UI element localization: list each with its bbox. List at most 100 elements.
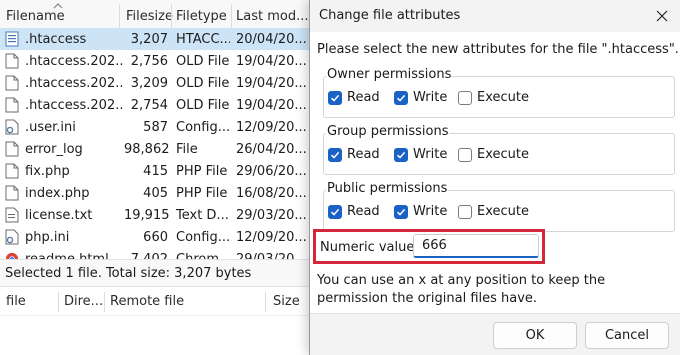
queue-column-file[interactable]: file (6, 294, 26, 309)
queue-column-size[interactable]: Size (273, 294, 300, 309)
change-attributes-dialog: Change file attributes Please select the… (309, 0, 680, 355)
config-file-icon (5, 229, 19, 245)
document-icon (5, 31, 19, 47)
file-size: 3,209 (130, 76, 168, 91)
file-icon (5, 163, 19, 179)
file-icon (5, 75, 19, 91)
public-execute-checkbox[interactable]: Execute (458, 204, 529, 219)
file-name: error_log (25, 142, 83, 157)
checkbox-checked-icon (394, 204, 408, 219)
file-list[interactable]: .htaccess 3,207 HTACC... 20/04/20... .ht… (0, 28, 320, 260)
status-bar: Selected 1 file. Total size: 3,207 bytes (0, 259, 320, 287)
file-size: 415 (143, 164, 168, 179)
checkbox-checked-icon (394, 147, 408, 162)
checkbox-checked-icon (328, 90, 342, 105)
file-type: HTACC... (176, 32, 230, 47)
file-row[interactable]: error_log 98,862 File 26/04/20... (0, 138, 320, 160)
file-row[interactable]: .user.ini 587 Config... 12/09/20... (0, 116, 320, 138)
hint-text: You can use an x at any position to keep… (317, 273, 606, 306)
column-header-filename[interactable]: Filename (6, 9, 65, 24)
file-row[interactable]: php.ini 660 Config... 12/09/20... (0, 226, 320, 248)
selection-status: Selected 1 file. Total size: 3,207 bytes (5, 266, 252, 281)
public-permissions-group: Public permissions Read Write Execute (323, 181, 675, 232)
file-modified: 29/03/20... (236, 208, 307, 223)
file-row[interactable]: index.php 405 PHP File 16/08/20... (0, 182, 320, 204)
group-read-checkbox[interactable]: Read (328, 147, 380, 162)
group-label: Public permissions (326, 181, 449, 196)
group-label: Group permissions (326, 124, 450, 139)
file-type: File (176, 142, 198, 157)
column-header-last-modified[interactable]: Last mod... (236, 9, 308, 24)
checkbox-unchecked-icon (458, 204, 472, 219)
owner-read-checkbox[interactable]: Read (328, 90, 380, 105)
queue-column-direction[interactable]: Dire... (64, 294, 103, 309)
file-size: 3,207 (130, 32, 168, 47)
file-type: PHP File (176, 164, 228, 179)
dialog-button-bar: OK Cancel (310, 313, 680, 355)
file-type: Text D... (176, 208, 229, 223)
file-size: 2,754 (130, 98, 168, 113)
column-header-filesize[interactable]: Filesize (126, 9, 173, 24)
checkbox-checked-icon (328, 204, 342, 219)
checkbox-checked-icon (394, 90, 408, 105)
file-type: OLD File (176, 54, 230, 69)
dialog-prompt: Please select the new attributes for the… (317, 42, 679, 57)
file-type: OLD File (176, 76, 230, 91)
file-modified: 19/04/20... (236, 54, 307, 69)
file-row[interactable]: fix.php 415 PHP File 29/06/20... (0, 160, 320, 182)
file-icon (5, 141, 19, 157)
file-icon (5, 97, 19, 113)
file-name: .htaccess.202... (25, 76, 123, 91)
file-name: .htaccess.202... (25, 98, 123, 113)
file-row[interactable]: .htaccess 3,207 HTACC... 20/04/20... (0, 28, 320, 50)
group-write-checkbox[interactable]: Write (394, 147, 447, 162)
checkbox-unchecked-icon (458, 90, 472, 105)
file-type: PHP File (176, 186, 228, 201)
file-type: OLD File (176, 98, 230, 113)
file-size: 660 (143, 230, 168, 245)
owner-write-checkbox[interactable]: Write (394, 90, 447, 105)
file-modified: 26/04/20... (236, 142, 307, 157)
file-name: fix.php (25, 164, 70, 179)
public-write-checkbox[interactable]: Write (394, 204, 447, 219)
group-execute-checkbox[interactable]: Execute (458, 147, 529, 162)
file-icon (5, 53, 19, 69)
file-row[interactable]: .htaccess.202... 2,754 OLD File 19/04/20… (0, 94, 320, 116)
file-row[interactable]: .htaccess.202... 2,756 OLD File 19/04/20… (0, 50, 320, 72)
config-file-icon (5, 119, 19, 135)
file-row[interactable]: license.txt 19,915 Text D... 29/03/20... (0, 204, 320, 226)
document-icon (5, 207, 19, 223)
file-size: 98,862 (124, 142, 170, 157)
ok-button[interactable]: OK (493, 322, 577, 349)
checkbox-unchecked-icon (458, 147, 472, 162)
file-row[interactable]: .htaccess.202... 3,209 OLD File 19/04/20… (0, 72, 320, 94)
numeric-value-input[interactable] (413, 234, 539, 258)
queue-header: file Dire... Remote file Size (0, 288, 320, 316)
dialog-title: Change file attributes (319, 8, 461, 23)
group-label: Owner permissions (326, 67, 453, 82)
file-modified: 20/04/20... (236, 32, 307, 47)
file-size: 405 (143, 186, 168, 201)
column-header-filetype[interactable]: Filetype (176, 9, 227, 24)
dialog-body: Please select the new attributes for the… (310, 32, 680, 355)
file-modified: 12/09/20... (236, 230, 307, 245)
file-modified: 16/08/20... (236, 186, 307, 201)
file-type: Config... (176, 120, 230, 135)
file-modified: 19/04/20... (236, 98, 307, 113)
file-name: index.php (25, 186, 90, 201)
group-permissions-group: Group permissions Read Write Execute (323, 124, 675, 175)
close-button[interactable] (648, 3, 676, 29)
file-modified: 29/06/20... (236, 164, 307, 179)
checkbox-checked-icon (328, 147, 342, 162)
file-size: 2,756 (130, 54, 168, 69)
public-read-checkbox[interactable]: Read (328, 204, 380, 219)
numeric-value-highlight: Numeric value: (313, 229, 545, 264)
cancel-button[interactable]: Cancel (585, 322, 669, 349)
queue-column-remote-file[interactable]: Remote file (110, 294, 184, 309)
file-type: Config... (176, 230, 230, 245)
numeric-value-label: Numeric value: (320, 240, 419, 255)
file-icon (5, 185, 19, 201)
owner-execute-checkbox[interactable]: Execute (458, 90, 529, 105)
file-name: .htaccess.202... (25, 54, 123, 69)
file-name: php.ini (25, 230, 70, 245)
